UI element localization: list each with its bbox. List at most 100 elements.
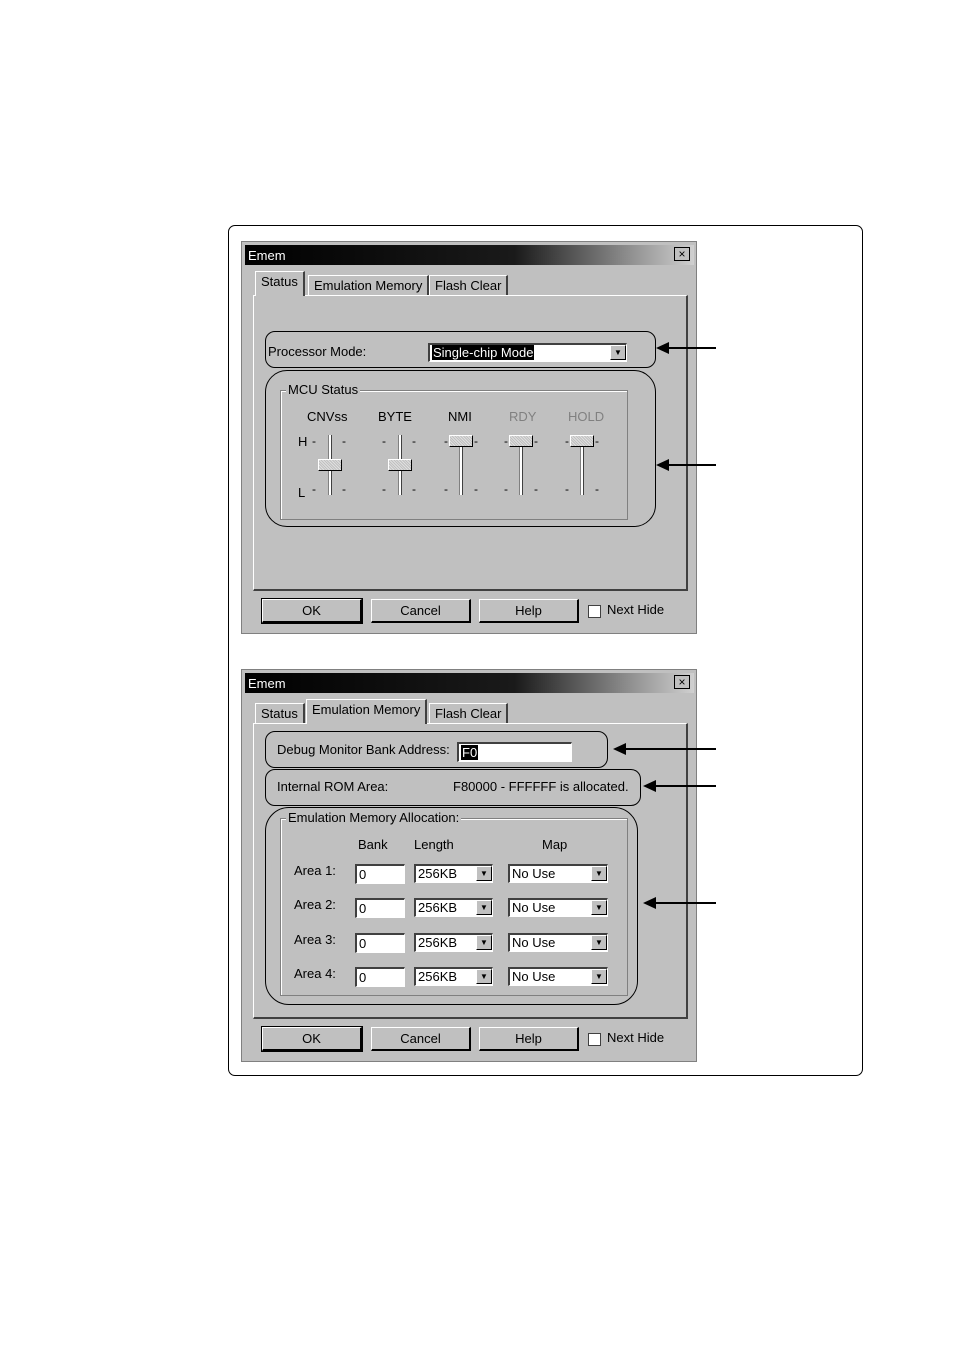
low-label: L [298, 485, 306, 500]
chevron-down-icon[interactable]: ▼ [476, 900, 492, 915]
tick-mark: - [342, 434, 346, 448]
tick-mark: - [565, 434, 569, 448]
tab-emulation-memory[interactable]: Emulation Memory [306, 699, 428, 724]
bank-value: 0 [359, 867, 367, 882]
map-value: No Use [512, 866, 556, 881]
tick-mark: - [474, 434, 478, 448]
length-value: 256KB [418, 969, 458, 984]
area1-length-select[interactable]: 256KB ▼ [414, 864, 493, 883]
area-label: Area 3: [294, 932, 336, 947]
chevron-down-icon[interactable]: ▼ [476, 935, 492, 950]
callout-arrow [613, 743, 716, 755]
tick-mark: - [382, 434, 386, 448]
tick-mark: - [342, 482, 346, 496]
tick-mark: - [474, 482, 478, 496]
length-value: 256KB [418, 900, 458, 915]
callout-arrow [643, 897, 716, 909]
chevron-down-icon[interactable]: ▼ [476, 969, 492, 984]
processor-mode-label: Processor Mode: [268, 344, 367, 359]
title-bar[interactable]: Emem × [245, 245, 694, 265]
memory-allocation-label: Emulation Memory Allocation: [286, 810, 462, 825]
bank-value: 0 [359, 970, 367, 985]
ok-button[interactable]: OK [261, 1026, 363, 1052]
tick-mark: - [444, 482, 448, 496]
title-bar[interactable]: Emem × [245, 673, 694, 693]
slider-thumb-cnvss[interactable] [318, 459, 342, 471]
area1-bank-input[interactable]: 0 [355, 864, 405, 884]
emem-dialog-emulation-memory: Emem × Status Emulation Memory Flash Cle… [241, 669, 697, 1062]
window-title: Emem [248, 676, 286, 691]
area4-bank-input[interactable]: 0 [355, 967, 405, 987]
ok-button[interactable]: OK [261, 598, 363, 624]
close-icon[interactable]: × [674, 247, 690, 261]
chevron-down-icon[interactable]: ▼ [591, 935, 607, 950]
area4-map-select[interactable]: No Use ▼ [508, 967, 608, 986]
map-value: No Use [512, 935, 556, 950]
slider-thumb-nmi[interactable] [449, 435, 473, 447]
area1-map-select[interactable]: No Use ▼ [508, 864, 608, 883]
tab-flash-clear[interactable]: Flash Clear [429, 703, 509, 723]
help-button[interactable]: Help [479, 1027, 579, 1051]
next-hide-checkbox[interactable] [588, 605, 601, 618]
tick-mark: - [312, 482, 316, 496]
bank-value: 0 [359, 901, 367, 916]
area-label: Area 2: [294, 897, 336, 912]
cancel-button[interactable]: Cancel [371, 599, 471, 623]
tick-mark: - [444, 434, 448, 448]
debug-monitor-value: F0 [461, 745, 479, 760]
area-label: Area 1: [294, 863, 336, 878]
column-map: Map [542, 837, 568, 852]
debug-monitor-label: Debug Monitor Bank Address: [277, 742, 450, 757]
area3-bank-input[interactable]: 0 [355, 933, 405, 953]
callout-arrow [643, 780, 716, 792]
processor-mode-select[interactable]: Single-chip Mode ▼ [428, 343, 627, 362]
area2-length-select[interactable]: 256KB ▼ [414, 898, 493, 917]
chevron-down-icon[interactable]: ▼ [591, 900, 607, 915]
slider-label-hold: HOLD [568, 409, 605, 424]
debug-monitor-bank-input[interactable]: F0 [457, 742, 572, 762]
tick-mark: - [412, 482, 416, 496]
tick-mark: - [504, 434, 508, 448]
slider-label-byte: BYTE [378, 409, 412, 424]
length-value: 256KB [418, 866, 458, 881]
internal-rom-value: F80000 - FFFFFF is allocated. [453, 779, 629, 794]
chevron-down-icon[interactable]: ▼ [591, 866, 607, 881]
tab-status[interactable]: Status [255, 271, 305, 296]
tick-mark: - [595, 434, 599, 448]
column-length: Length [414, 837, 454, 852]
area3-map-select[interactable]: No Use ▼ [508, 933, 608, 952]
close-icon[interactable]: × [674, 675, 690, 689]
area2-bank-input[interactable]: 0 [355, 898, 405, 918]
slider-label-cnvss: CNVss [307, 409, 348, 424]
high-label: H [298, 434, 308, 449]
chevron-down-icon[interactable]: ▼ [610, 345, 626, 360]
bank-value: 0 [359, 936, 367, 951]
next-hide-label: Next Hide [607, 1030, 665, 1045]
slider-label-nmi: NMI [448, 409, 472, 424]
processor-mode-value: Single-chip Mode [432, 345, 535, 360]
next-hide-checkbox[interactable] [588, 1033, 601, 1046]
help-button[interactable]: Help [479, 599, 579, 623]
chevron-down-icon[interactable]: ▼ [591, 969, 607, 984]
tab-flash-clear[interactable]: Flash Clear [429, 275, 509, 295]
tick-mark: - [534, 434, 538, 448]
next-hide-label: Next Hide [607, 602, 665, 617]
slider-thumb-hold [570, 435, 594, 447]
tab-status[interactable]: Status [255, 703, 305, 723]
map-value: No Use [512, 969, 556, 984]
callout-arrow [656, 459, 716, 471]
slider-thumb-rdy [509, 435, 533, 447]
tab-emulation-memory[interactable]: Emulation Memory [308, 275, 430, 295]
area2-map-select[interactable]: No Use ▼ [508, 898, 608, 917]
area3-length-select[interactable]: 256KB ▼ [414, 933, 493, 952]
chevron-down-icon[interactable]: ▼ [476, 866, 492, 881]
column-bank: Bank [358, 837, 388, 852]
emem-dialog-status: Emem × Status Emulation Memory Flash Cle… [241, 241, 697, 634]
tick-mark: - [534, 482, 538, 496]
mcu-status-label: MCU Status [286, 382, 361, 397]
tick-mark: - [595, 482, 599, 496]
area4-length-select[interactable]: 256KB ▼ [414, 967, 493, 986]
internal-rom-label: Internal ROM Area: [277, 779, 389, 794]
cancel-button[interactable]: Cancel [371, 1027, 471, 1051]
slider-thumb-byte[interactable] [388, 459, 412, 471]
